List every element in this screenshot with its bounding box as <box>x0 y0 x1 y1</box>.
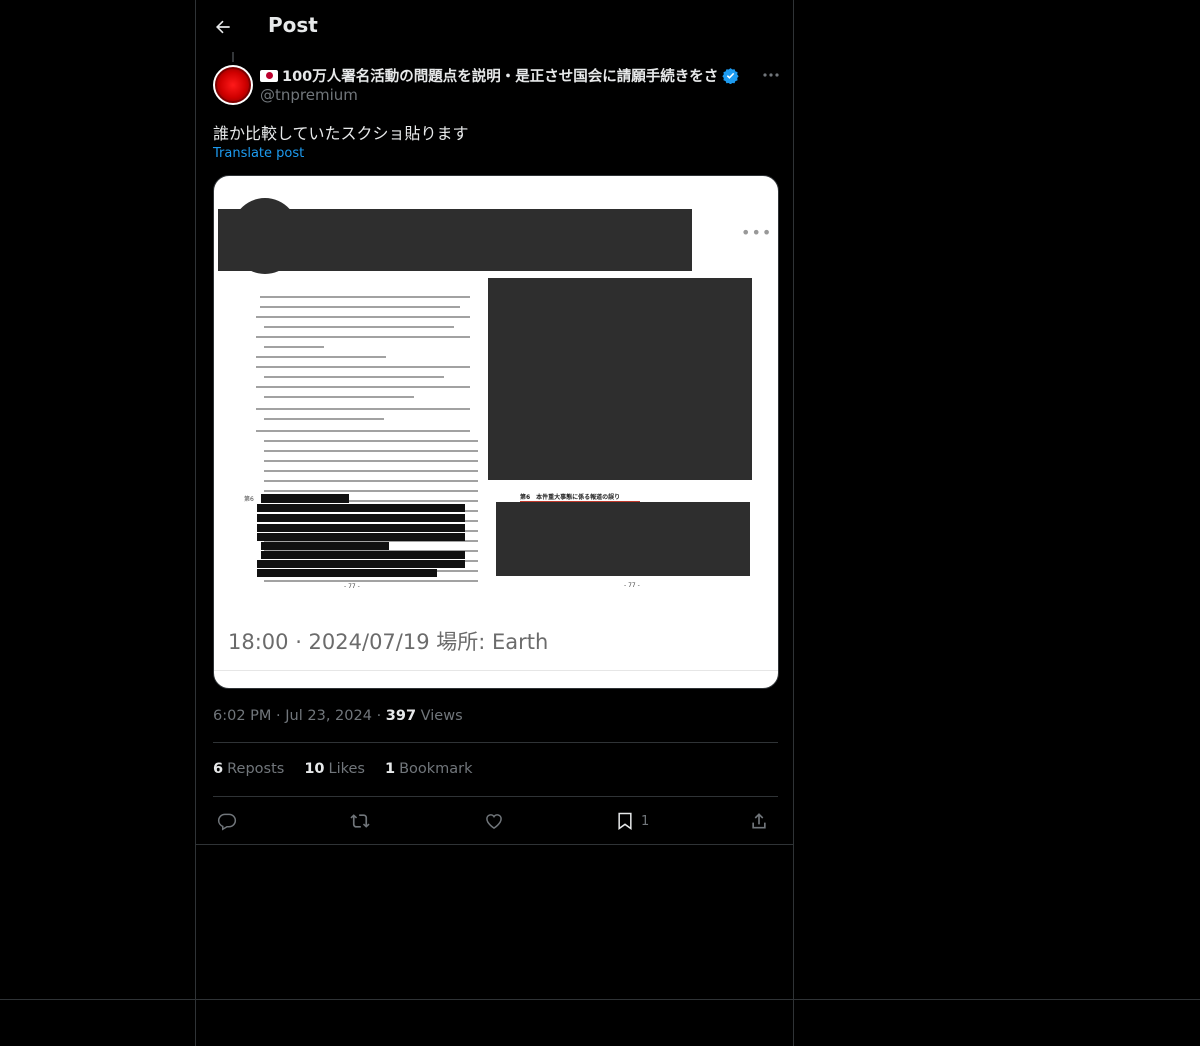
action-bar: 1 <box>213 809 778 835</box>
document-text-line <box>260 306 460 308</box>
likes-stat[interactable]: 10 Likes <box>304 761 365 777</box>
document-text-line <box>264 326 454 328</box>
document-section-label: 第6 <box>244 496 254 503</box>
redacted-text <box>261 551 465 559</box>
document-text-line <box>256 356 386 358</box>
redacted-text <box>261 494 349 503</box>
more-button[interactable] <box>761 66 781 82</box>
document-text-line <box>260 296 470 298</box>
reply-button[interactable] <box>217 809 237 833</box>
redacted-text <box>261 542 389 550</box>
repost-icon <box>350 814 370 828</box>
redacted-text <box>257 514 465 522</box>
document-text-line <box>256 366 470 368</box>
document-text-line <box>264 376 444 378</box>
screenshot-more-icon: ••• <box>741 223 773 242</box>
column-end-divider <box>195 844 794 845</box>
bookmark-button[interactable]: 1 <box>615 809 649 833</box>
bookmarks-stat[interactable]: 1 Bookmark <box>385 761 473 777</box>
document-text-line <box>264 470 478 472</box>
right-page-number: - 77 - <box>624 582 640 589</box>
engagement-stats: 6 Reposts 10 Likes 1 Bookmark <box>213 761 473 777</box>
share-button[interactable] <box>749 809 769 833</box>
like-icon <box>486 814 502 829</box>
post-time[interactable]: 6:02 PM <box>213 708 271 724</box>
document-text-line <box>264 480 478 482</box>
share-icon <box>752 813 766 829</box>
primary-column: Post 100万人署名活動の問題点を説明・是正させ国会に請願手続きをさ @tn… <box>195 0 794 1046</box>
author-name-row[interactable]: 100万人署名活動の問題点を説明・是正させ国会に請願手続きをさ <box>260 65 739 86</box>
reply-icon <box>217 813 237 831</box>
document-text-line <box>264 580 478 582</box>
document-text-line <box>264 346 324 348</box>
document-text-line <box>264 418 384 420</box>
repost-button[interactable] <box>350 809 370 833</box>
divider <box>213 796 778 797</box>
redacted-text <box>257 569 437 577</box>
post-header: Post <box>196 0 795 54</box>
document-text-line <box>256 316 470 318</box>
translate-post-link[interactable]: Translate post <box>213 146 304 161</box>
redacted-block <box>496 502 750 576</box>
more-icon <box>763 73 779 77</box>
views-label: Views <box>420 708 463 724</box>
divider <box>213 742 778 743</box>
redacted-text <box>257 560 465 568</box>
document-text-line <box>264 490 478 492</box>
document-text-line <box>256 408 470 410</box>
redacted-text <box>257 533 465 541</box>
japan-flag-icon <box>260 69 278 82</box>
meta-separator: · <box>376 708 386 724</box>
right-section-title: 第6 本件重大事態に係る報道の誤り <box>520 494 621 501</box>
page-title: Post <box>268 13 318 37</box>
redacted-block <box>488 278 752 480</box>
verified-badge-icon <box>722 68 739 84</box>
redacted-text <box>257 504 465 512</box>
author-display-name[interactable]: 100万人署名活動の問題点を説明・是正させ国会に請願手続きをさ <box>282 65 718 86</box>
document-text-line <box>256 386 470 388</box>
redacted-header <box>218 209 692 271</box>
document-text-line <box>264 460 478 462</box>
author-handle[interactable]: @tnpremium <box>260 86 358 104</box>
post-metadata: 6:02 PM · Jul 23, 2024 · 397 Views <box>213 708 463 724</box>
back-arrow-icon <box>216 20 230 34</box>
reposts-stat[interactable]: 6 Reposts <box>213 761 284 777</box>
post-date[interactable]: Jul 23, 2024 <box>285 708 372 724</box>
avatar[interactable] <box>213 65 253 105</box>
document-text-line <box>264 440 478 442</box>
back-button[interactable] <box>210 14 236 40</box>
bookmark-count: 1 <box>641 813 650 829</box>
screenshot-divider <box>214 670 778 671</box>
document-text-line <box>256 336 470 338</box>
post-image[interactable]: ••• 第6 - 77 - 第6 本件重大事態に係る報道の誤り - 77 - 1… <box>213 175 779 689</box>
document-text-line <box>256 430 470 432</box>
bookmark-icon <box>618 812 632 830</box>
screenshot-timestamp: 18:00 · 2024/07/19 場所: Earth <box>228 630 549 654</box>
document-text-line <box>264 450 478 452</box>
views-count: 397 <box>385 708 417 724</box>
meta-separator: · <box>276 708 286 724</box>
post-text: 誰か比較していたスクショ貼ります <box>213 124 469 143</box>
left-page-number: - 77 - <box>344 583 360 590</box>
document-text-line <box>264 396 414 398</box>
bottom-divider <box>0 999 1200 1000</box>
redacted-text <box>257 524 465 532</box>
thread-line <box>232 52 234 62</box>
like-button[interactable] <box>484 809 504 833</box>
